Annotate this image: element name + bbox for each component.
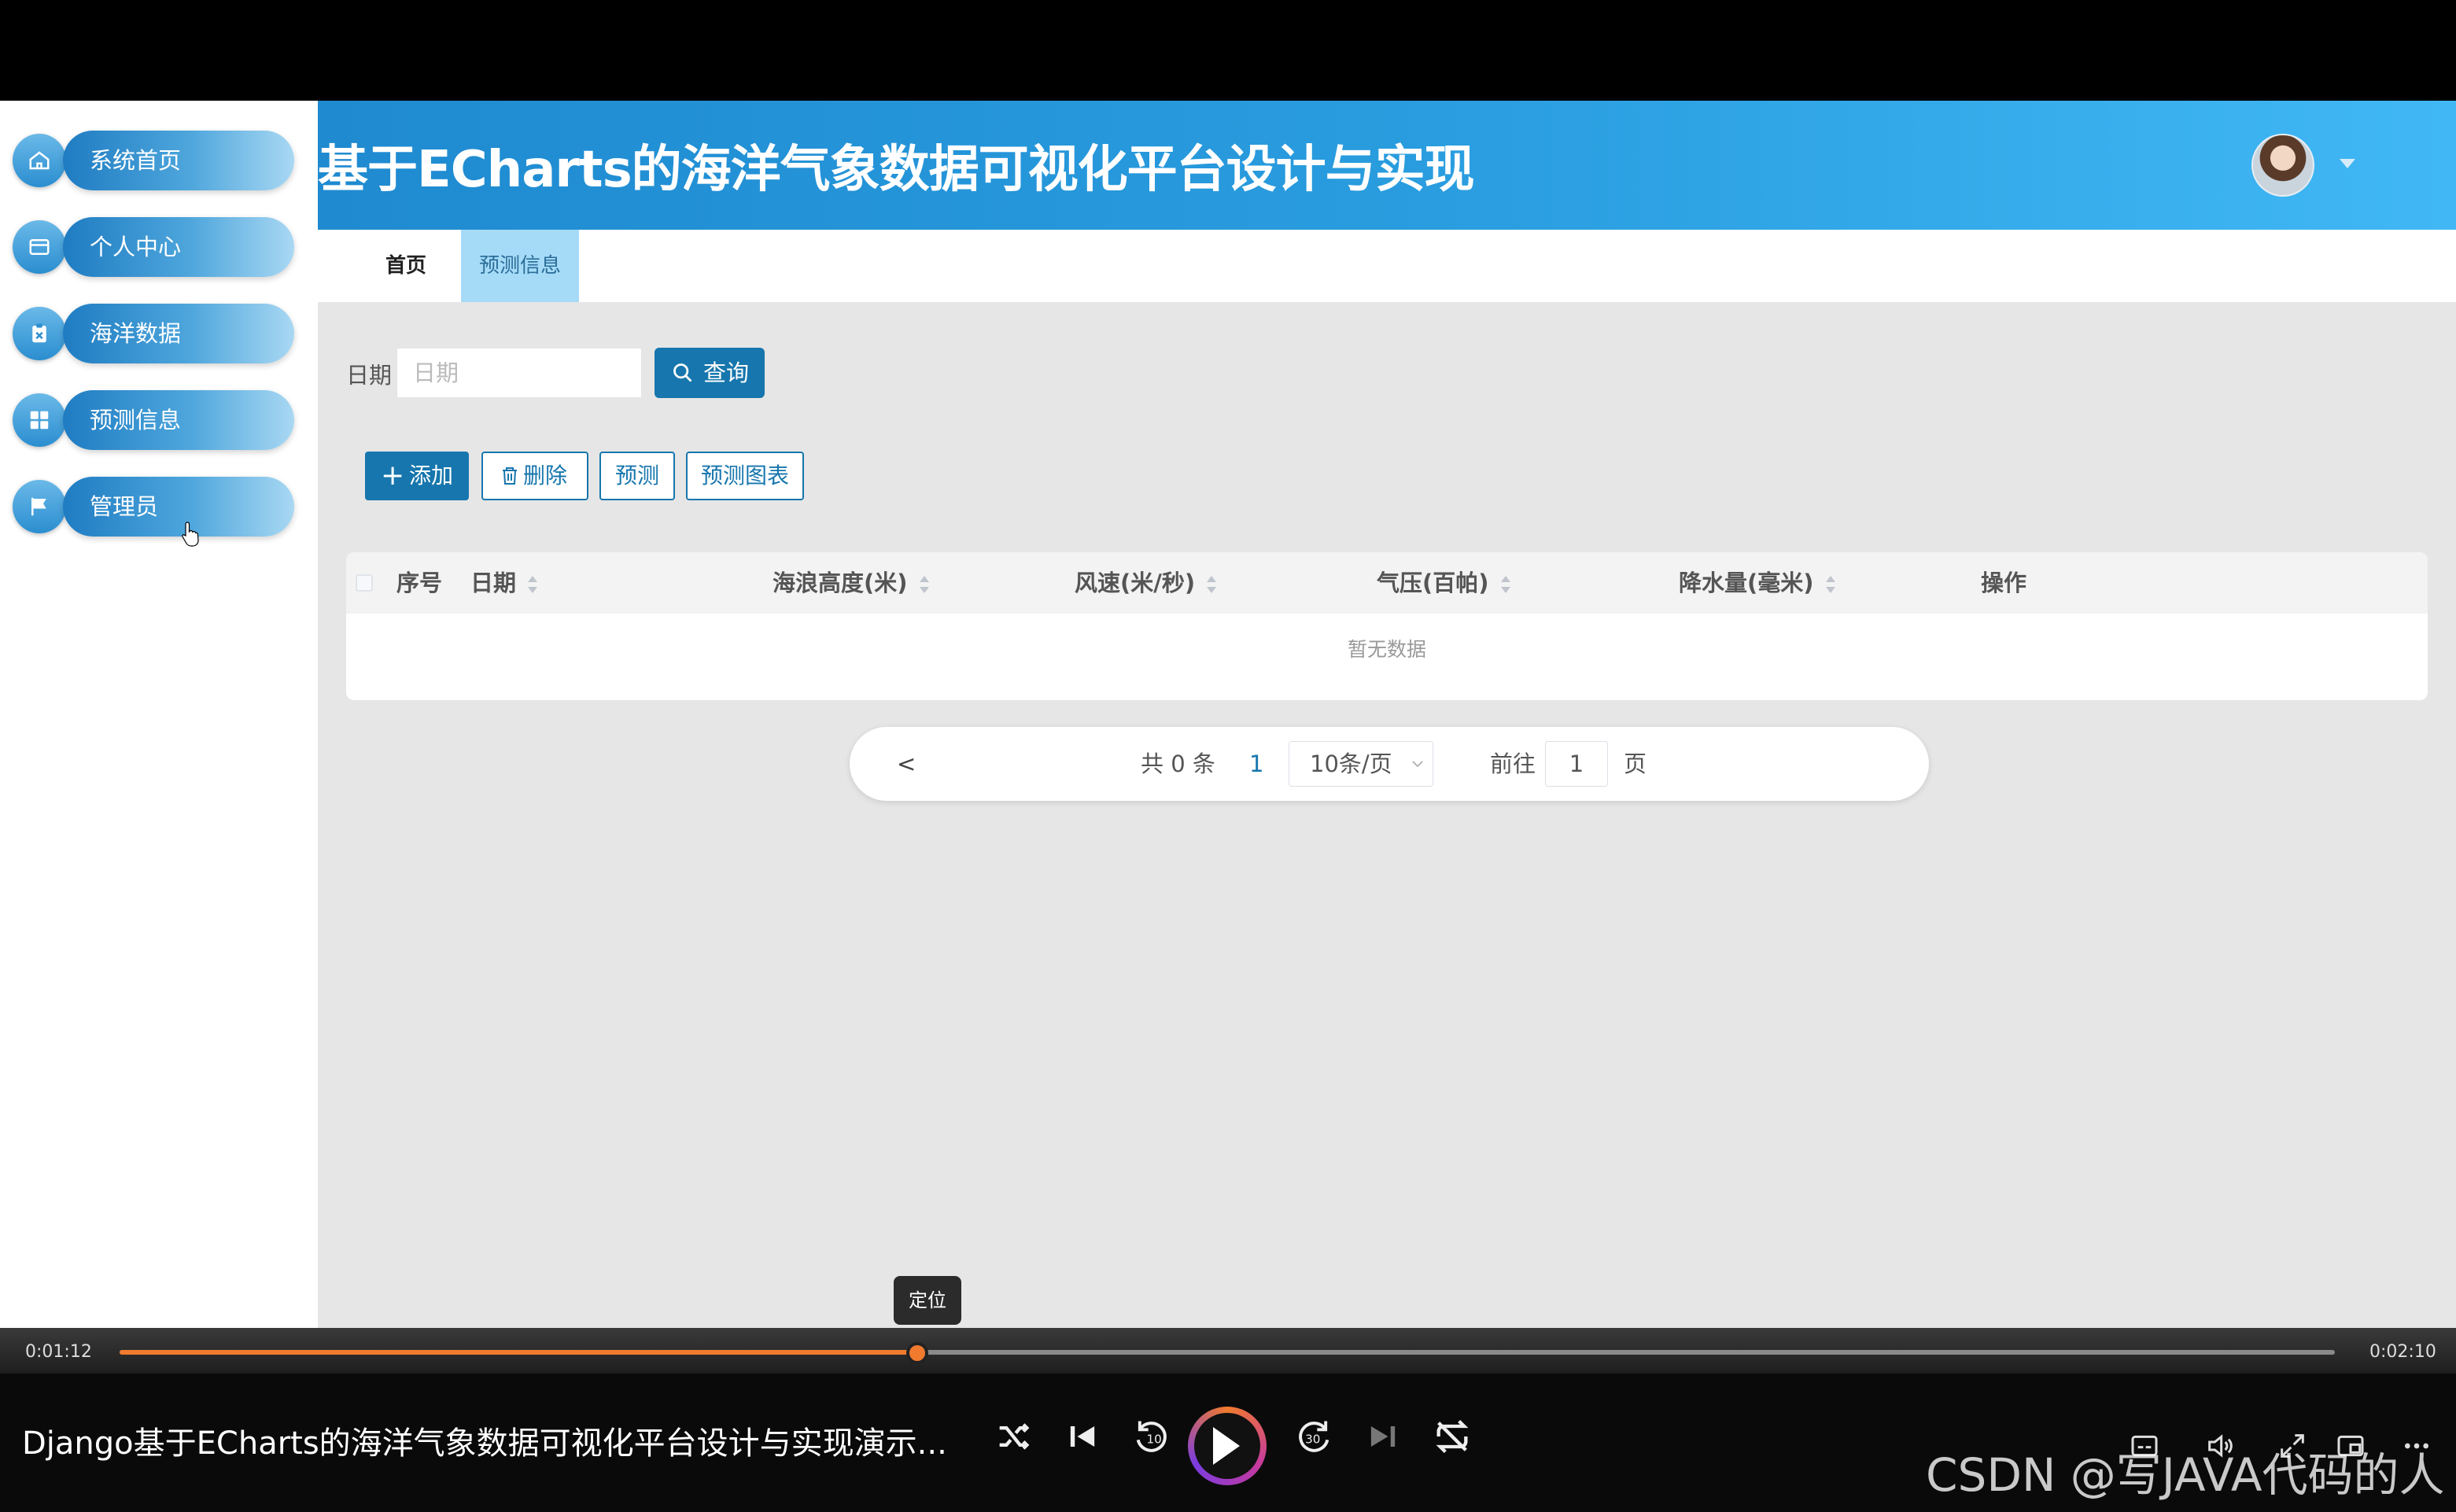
tab-bar: 首页 预测信息	[318, 230, 2456, 302]
sort-icon[interactable]	[527, 574, 538, 595]
current-time: 0:01:12	[25, 1342, 92, 1362]
rewind-10-icon[interactable]: 10	[1131, 1416, 1172, 1457]
sidebar-item-ocean-data[interactable]: 海洋数据	[13, 304, 294, 363]
sort-icon[interactable]	[919, 574, 930, 595]
query-button[interactable]: 查询	[655, 348, 765, 398]
watermark: CSDN @写JAVA代码的人	[1926, 1448, 2445, 1502]
sort-icon[interactable]	[1206, 574, 1217, 595]
sidebar-item-label: 管理员	[63, 477, 294, 537]
sidebar: 系统首页 个人中心 海洋数据 预测信息 管理员	[0, 101, 318, 1328]
select-all-checkbox[interactable]	[356, 574, 373, 592]
table-header: 序号 日期 海浪高度(米) 风速(米/秒) 气压(百帕) 降水量(毫米) 操作	[346, 552, 2428, 614]
goto-label: 前往	[1490, 750, 1536, 777]
column-header-date[interactable]: 日期	[470, 552, 538, 614]
hand-cursor-icon	[182, 522, 199, 547]
pagination: < 共 0 条 1 10条/页 前往 1 页	[850, 727, 1929, 801]
chevron-down-icon	[1412, 761, 1423, 768]
loop-icon[interactable]	[1432, 1416, 1473, 1457]
clipboard-icon	[13, 307, 66, 360]
delete-button-label: 删除	[522, 463, 567, 489]
progress-fill	[120, 1350, 917, 1355]
top-band	[0, 0, 2456, 101]
card-icon	[13, 220, 66, 274]
trash-icon	[503, 467, 517, 485]
total-count: 共 0 条	[1141, 750, 1215, 777]
goto-page-input[interactable]: 1	[1545, 741, 1608, 787]
sidebar-item-forecast[interactable]: 预测信息	[13, 390, 294, 450]
sidebar-item-label: 海洋数据	[63, 304, 294, 363]
sidebar-item-personal-center[interactable]: 个人中心	[13, 217, 294, 277]
sidebar-item-admin[interactable]: 管理员	[13, 477, 294, 537]
column-header-precipitation[interactable]: 降水量(毫米)	[1679, 552, 1836, 614]
sidebar-item-label: 预测信息	[63, 390, 294, 450]
page-size-value: 10条/页	[1310, 750, 1392, 777]
search-icon	[673, 363, 692, 382]
video-title: Django基于ECharts的海洋气象数据可视化平台设计与实现演示...	[22, 1425, 947, 1462]
predict-button[interactable]: 预测	[599, 452, 675, 500]
add-button-label: 添加	[409, 463, 454, 489]
svg-text:10: 10	[1147, 1433, 1162, 1447]
sort-icon[interactable]	[1500, 574, 1511, 595]
avatar[interactable]	[2251, 134, 2314, 197]
data-table: 序号 日期 海浪高度(米) 风速(米/秒) 气压(百帕) 降水量(毫米) 操作 …	[346, 552, 2428, 700]
home-icon	[13, 134, 66, 187]
play-icon	[1213, 1427, 1240, 1465]
query-button-label: 查询	[703, 360, 750, 386]
sidebar-item-label: 个人中心	[63, 217, 294, 277]
sidebar-item-label: 系统首页	[63, 131, 294, 190]
column-header-wind-speed[interactable]: 风速(米/秒)	[1075, 552, 1217, 614]
progress-track[interactable]	[120, 1342, 2335, 1364]
next-icon[interactable]	[1363, 1416, 1403, 1457]
app-header: 基于ECharts的海洋气象数据可视化平台设计与实现	[318, 101, 2456, 230]
grid-icon	[13, 393, 66, 447]
sort-icon[interactable]	[1825, 574, 1836, 595]
plus-icon: +	[381, 459, 405, 492]
page-suffix: 页	[1624, 750, 1647, 777]
prev-page-button[interactable]: <	[897, 727, 916, 801]
date-input[interactable]: 日期	[396, 348, 642, 398]
app-root: 系统首页 个人中心 海洋数据 预测信息 管理员 基于ECharts的海洋气象数据…	[0, 0, 2456, 1512]
tab-home[interactable]: 首页	[357, 230, 455, 302]
chevron-down-icon[interactable]	[2340, 159, 2355, 168]
add-button[interactable]: + 添加	[365, 452, 469, 500]
progress-knob[interactable]	[905, 1342, 928, 1364]
delete-button[interactable]: 删除	[481, 452, 588, 500]
forward-30-icon[interactable]: 30	[1293, 1416, 1334, 1457]
play-button[interactable]	[1188, 1407, 1267, 1485]
previous-icon[interactable]	[1062, 1416, 1103, 1457]
page-number[interactable]: 1	[1249, 727, 1263, 801]
sidebar-item-home[interactable]: 系统首页	[13, 131, 294, 190]
page-size-select[interactable]: 10条/页	[1289, 741, 1433, 787]
seek-tooltip: 定位	[894, 1276, 961, 1325]
main-content: 日期 日期 查询 + 添加 删除 预测 预测图表 序号 日期 海浪高度(米) 风…	[318, 302, 2456, 1328]
empty-state-text: 暂无数据	[1347, 638, 1426, 661]
page-title: 基于ECharts的海洋气象数据可视化平台设计与实现	[318, 141, 1475, 199]
duration: 0:02:10	[2369, 1342, 2436, 1362]
tab-forecast[interactable]: 预测信息	[461, 230, 579, 302]
forecast-chart-button[interactable]: 预测图表	[686, 452, 804, 500]
column-header-actions: 操作	[1981, 570, 2027, 596]
svg-text:30: 30	[1305, 1433, 1320, 1447]
column-header-pressure[interactable]: 气压(百帕)	[1377, 552, 1511, 614]
column-header-wave-height[interactable]: 海浪高度(米)	[773, 552, 930, 614]
date-filter-label: 日期	[346, 362, 393, 389]
column-header-index: 序号	[396, 570, 443, 596]
flag-icon	[13, 480, 66, 533]
shuffle-icon[interactable]	[993, 1416, 1034, 1457]
progress-bar-area: 0:01:12 0:02:10	[0, 1328, 2456, 1374]
